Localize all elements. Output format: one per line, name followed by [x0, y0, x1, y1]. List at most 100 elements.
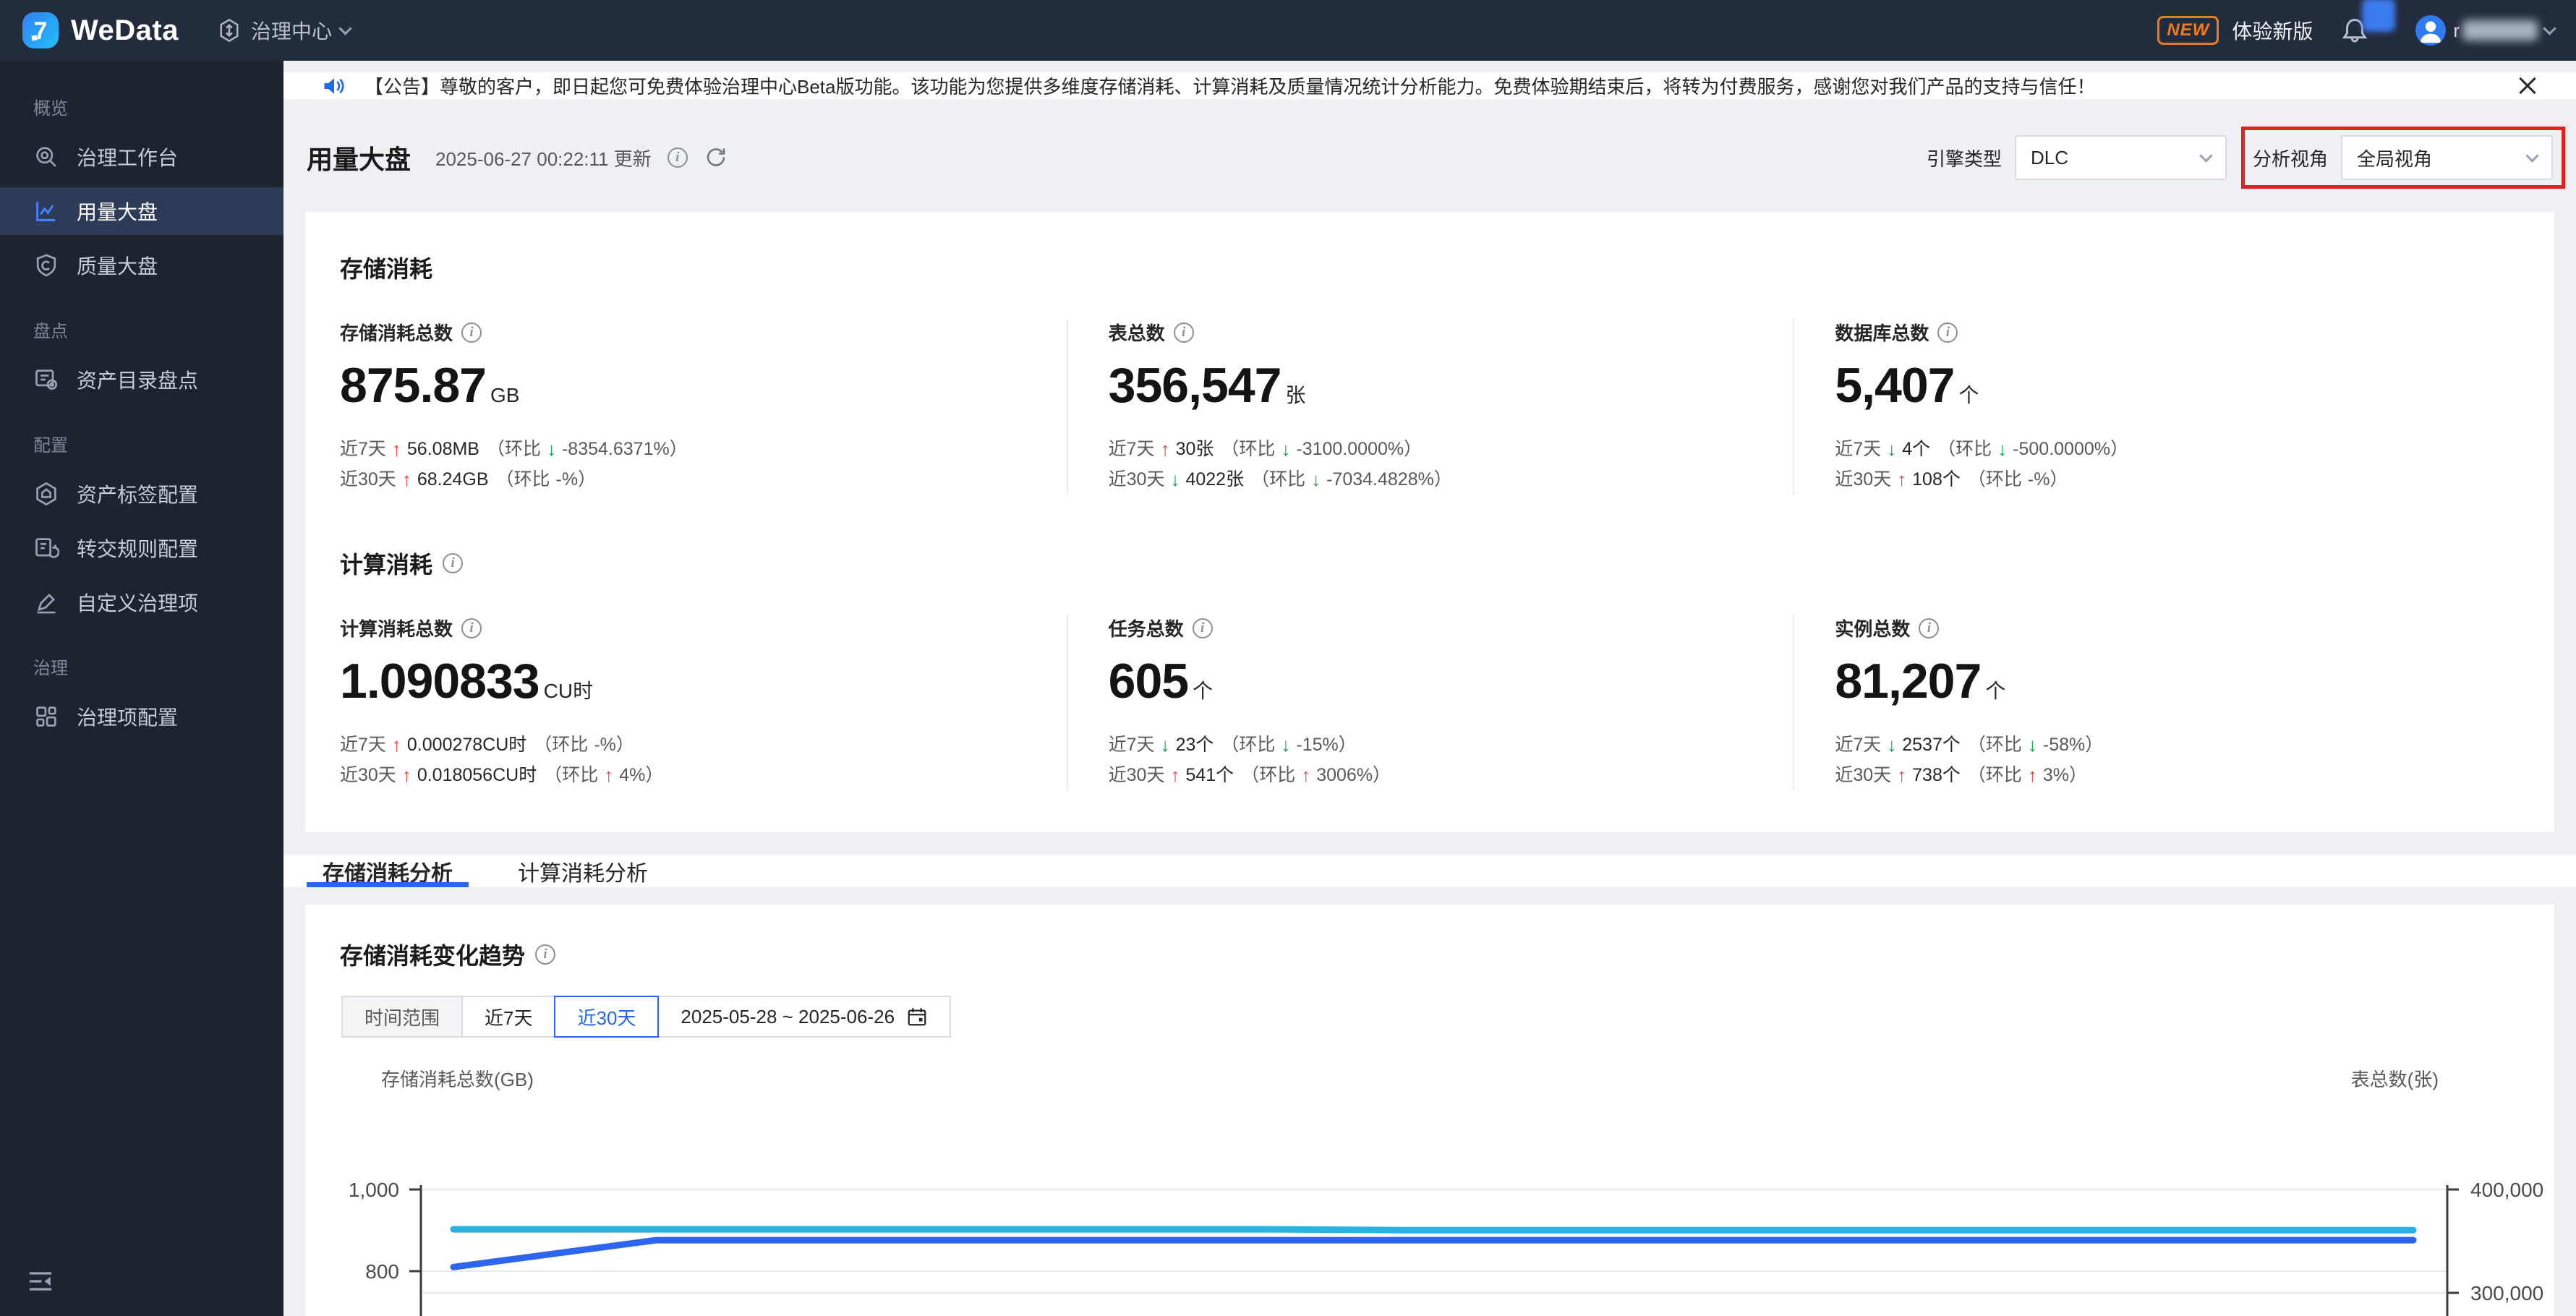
main-content: 【公告】尊敬的客户，即日起您可免费体验治理中心Beta版功能。该功能为您提供多维…	[283, 61, 2576, 1316]
info-icon[interactable]: i	[535, 944, 556, 965]
metric-instance-total: 实例总数i 81,207个 近7天2537个（环比-58%） 近30天738个（…	[1793, 615, 2520, 790]
trend-row: 近7天0.000278CU时（环比-%）	[340, 730, 1038, 760]
trend-row: 近30天738个（环比3%）	[1835, 760, 2491, 790]
ring-arrow-icon	[1281, 730, 1290, 760]
user-menu[interactable]: r	[2415, 15, 2556, 46]
ring-arrow-icon	[1281, 434, 1290, 464]
sidebar-section-overview: 概览	[33, 99, 68, 119]
metric-value: 875.87	[340, 358, 487, 413]
sidebar-collapse-button[interactable]	[25, 1265, 56, 1297]
engine-type-select[interactable]: DLC	[2014, 135, 2227, 180]
last-30-days-button[interactable]: 近30天	[554, 996, 660, 1038]
analysis-view-label: 分析视角	[2252, 148, 2328, 170]
trend-chart-title: 存储消耗变化趋势	[340, 943, 526, 969]
nav-label: 治理中心	[250, 20, 332, 43]
metric-table-total: 表总数i 356,547张 近7天30张（环比-3100.0000%） 近30天…	[1066, 319, 1794, 495]
metric-database-total: 数据库总数i 5,407个 近7天4个（环比-500.0000%） 近30天10…	[1793, 319, 2520, 495]
announcement-text: 【公告】尊敬的客户，即日起您可免费体验治理中心Beta版功能。该功能为您提供多维…	[364, 76, 2096, 98]
trend-row: 近7天56.08MB（环比-8354.6371%）	[340, 434, 1038, 464]
engine-type-filter: 引擎类型 DLC	[1927, 135, 2227, 180]
metric-value: 605	[1108, 654, 1189, 709]
edit-pen-icon	[37, 593, 56, 614]
info-icon[interactable]: i	[1937, 322, 1958, 343]
sidebar-item-asset-catalog[interactable]: 资产目录盘点	[0, 356, 283, 403]
trend-row: 近30天68.24GB（环比-%）	[340, 464, 1038, 495]
sidebar-item-asset-tag-config[interactable]: 资产标签配置	[0, 470, 283, 518]
sidebar-section-config: 配置	[33, 436, 68, 456]
trend-row: 近30天0.018056CU时（环比4%）	[340, 760, 1038, 790]
wedata-logo-icon: 7	[22, 12, 59, 48]
svg-text:7: 7	[34, 17, 48, 45]
trend-arrow-icon	[1887, 730, 1896, 760]
info-icon[interactable]: i	[443, 553, 464, 573]
workbench-magnifier-icon	[36, 147, 56, 167]
sidebar-item-transfer-rules-config[interactable]: 转交规则配置	[0, 524, 283, 572]
trend-row: 近7天23个（环比-15%）	[1109, 730, 1765, 760]
new-badge: NEW	[2157, 16, 2219, 45]
asset-tag-icon	[36, 482, 56, 506]
metric-value: 1.090833	[340, 654, 540, 709]
chevron-down-icon	[2199, 148, 2213, 163]
right-axis-title: 表总数(张)	[2350, 1069, 2439, 1090]
trend-arrow-icon	[1161, 730, 1170, 760]
chevron-down-icon	[338, 21, 352, 35]
usage-dashboard-icon	[36, 202, 56, 221]
date-range-picker[interactable]: 2025-05-28 ~ 2025-06-26	[657, 996, 952, 1038]
close-icon[interactable]	[2517, 75, 2538, 97]
metric-value: 81,207	[1835, 654, 1982, 709]
wedata-brand[interactable]: 7 WeData	[22, 12, 179, 49]
svg-text:1,000: 1,000	[349, 1179, 399, 1201]
page-header: 用量大盘 2025-06-27 00:22:11 更新 i 引擎类型 DLC 分…	[283, 99, 2576, 189]
trend-arrow-icon	[1170, 760, 1180, 790]
metric-compute-total: 计算消耗总数i 1.090833CU时 近7天0.000278CU时（环比-%）…	[340, 615, 1067, 790]
info-icon[interactable]: i	[1173, 322, 1194, 343]
svg-text:800: 800	[365, 1260, 399, 1283]
trend-arrow-icon	[402, 464, 411, 495]
ring-arrow-icon	[2028, 730, 2037, 760]
trend-row: 近7天2537个（环比-58%）	[1835, 730, 2491, 760]
info-icon[interactable]: i	[461, 322, 482, 343]
storage-metrics-grid: 存储消耗总数i 875.87GB 近7天56.08MB（环比-8354.6371…	[340, 319, 2520, 495]
trend-arrow-icon	[1897, 760, 1906, 790]
ring-arrow-icon	[547, 434, 556, 464]
trend-arrow-icon	[1897, 464, 1906, 495]
tab-storage-analysis[interactable]: 存储消耗分析	[307, 855, 469, 887]
metric-task-total: 任务总数i 605个 近7天23个（环比-15%） 近30天541个（环比300…	[1066, 615, 1794, 790]
sidebar-item-custom-governance[interactable]: 自定义治理项	[0, 578, 283, 626]
info-icon[interactable]: i	[461, 618, 482, 638]
sidebar-item-usage-dashboard[interactable]: 用量大盘	[0, 187, 283, 235]
sidebar-item-governance-workbench[interactable]: 治理工作台	[0, 133, 283, 181]
username: r	[2453, 20, 2538, 42]
ring-arrow-icon	[2028, 760, 2037, 790]
analysis-tabs: 存储消耗分析 计算消耗分析	[283, 855, 2576, 887]
tab-compute-analysis[interactable]: 计算消耗分析	[516, 855, 649, 887]
trend-arrow-icon	[1887, 434, 1896, 464]
trend-arrow-icon	[402, 760, 411, 790]
trend-chart: 存储消耗总数(GB) 表总数(张) 1,000800600400,000300,…	[320, 1059, 2543, 1316]
storage-section-title: 存储消耗	[340, 256, 433, 282]
info-icon[interactable]: i	[1919, 618, 1940, 638]
page-title: 用量大盘	[307, 145, 411, 174]
try-new-version[interactable]: NEW 体验新版	[2157, 16, 2313, 45]
analysis-view-select[interactable]: 全局视角	[2341, 135, 2553, 180]
asset-catalog-icon	[35, 369, 58, 390]
trend-row: 近30天4022张（环比-7034.4828%）	[1109, 464, 1765, 495]
calendar-icon	[908, 1008, 926, 1026]
refresh-icon[interactable]	[704, 146, 727, 169]
info-icon[interactable]: i	[1192, 618, 1213, 638]
sidebar-item-quality-dashboard[interactable]: 质量大盘	[0, 242, 283, 289]
svg-text:300,000: 300,000	[2470, 1282, 2543, 1304]
last-7-days-button[interactable]: 近7天	[461, 996, 556, 1038]
trend-arrow-icon	[1170, 464, 1180, 495]
trend-arrow-icon	[1161, 434, 1170, 464]
trend-row: 近30天108个（环比-%）	[1835, 464, 2491, 495]
sidebar-item-governance-item-config[interactable]: 治理项配置	[0, 693, 283, 740]
topbar: 7 WeData 治理中心 NEW 体验新版 r	[0, 0, 2576, 61]
info-icon[interactable]: i	[667, 148, 688, 168]
nav-governance-center[interactable]: 治理中心	[216, 16, 352, 45]
notifications-button[interactable]	[2334, 0, 2396, 51]
brand-name: WeData	[71, 14, 179, 46]
governance-center-icon	[220, 18, 239, 43]
sidebar-section-inventory: 盘点	[33, 322, 68, 341]
consumption-overview-card: 存储消耗 存储消耗总数i 875.87GB 近7天56.08MB（环比-8354…	[305, 212, 2554, 832]
